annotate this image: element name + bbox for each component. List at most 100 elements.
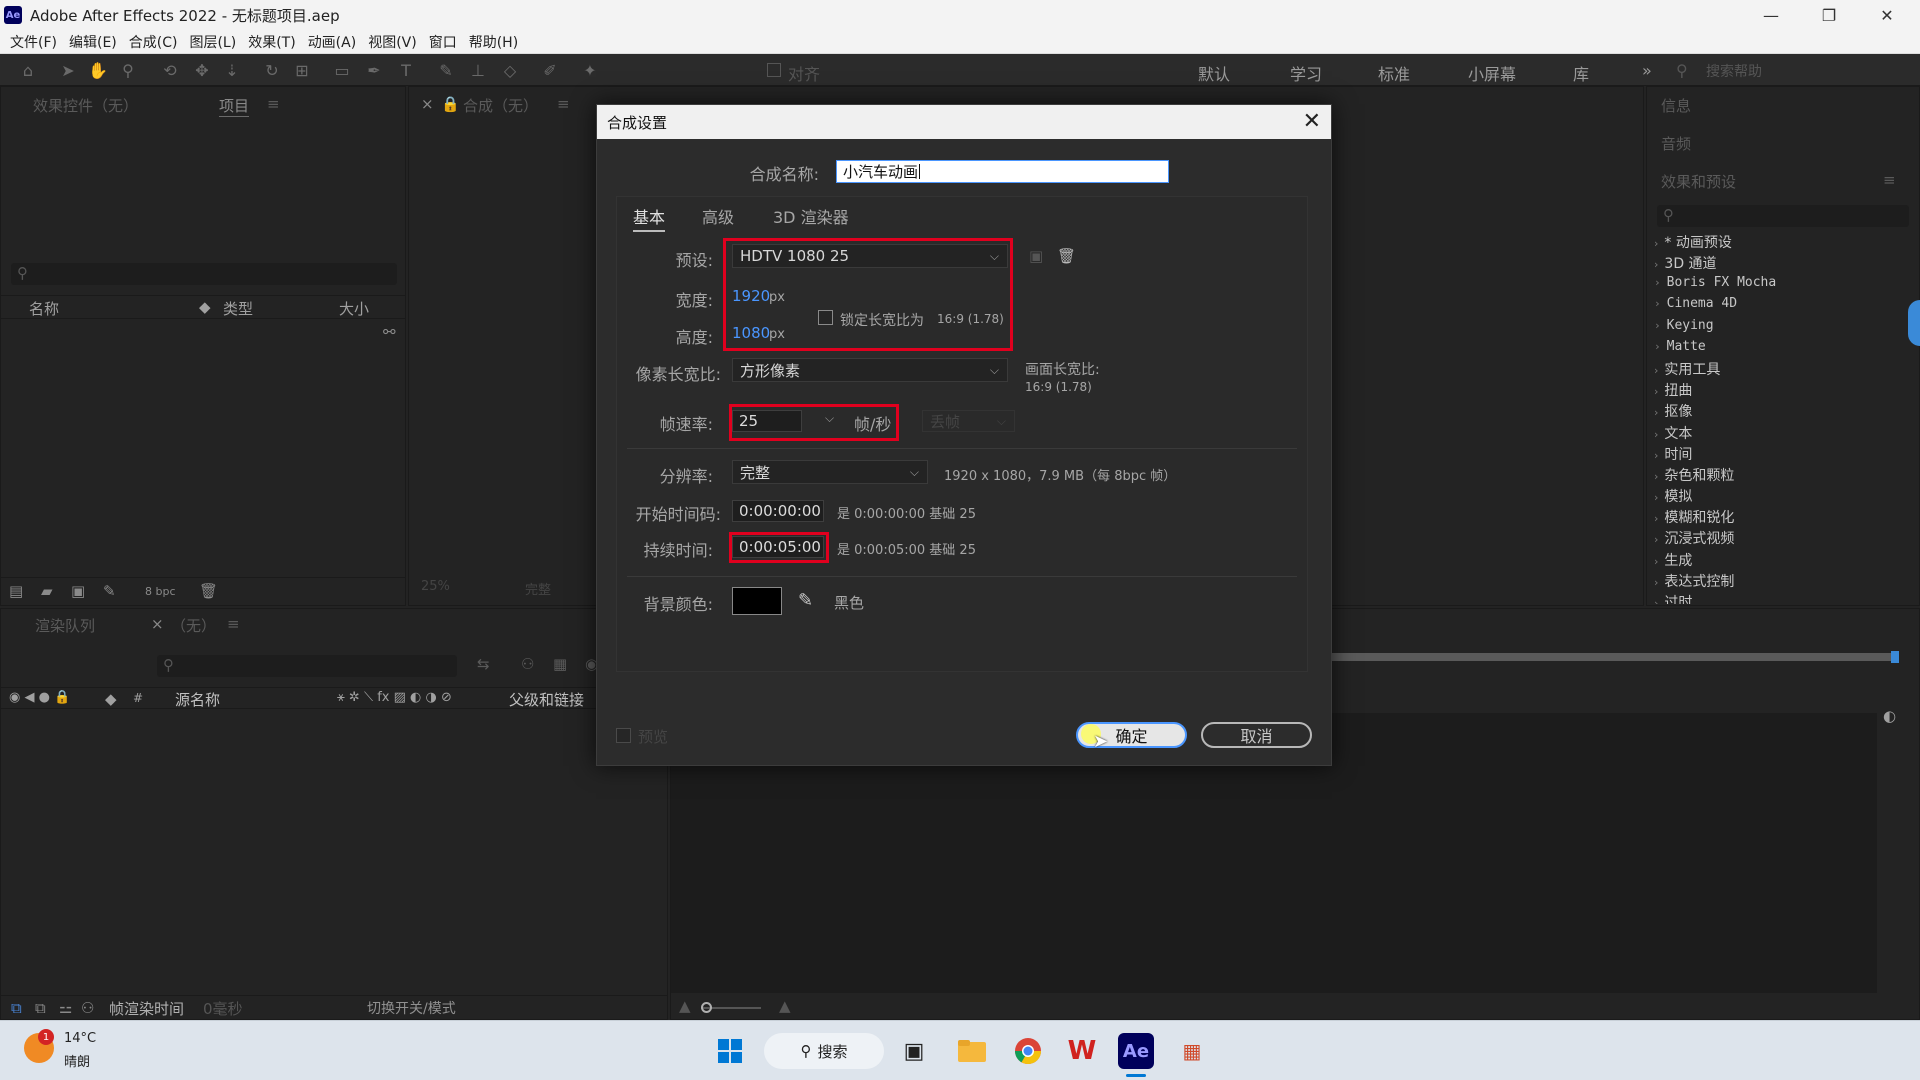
- new-composition-icon[interactable]: ▣: [71, 582, 85, 600]
- cancel-button[interactable]: 取消: [1201, 722, 1312, 748]
- lock-aspect-checkbox[interactable]: [818, 310, 833, 325]
- tab-info[interactable]: 信息: [1661, 95, 1691, 116]
- menu-view[interactable]: 视图(V): [368, 32, 417, 52]
- menu-animation[interactable]: 动画(A): [308, 32, 357, 52]
- task-view-icon[interactable]: ▣: [896, 1033, 932, 1069]
- effect-category[interactable]: › 时间: [1654, 444, 1692, 464]
- chrome-icon[interactable]: [1010, 1033, 1046, 1069]
- toggle-switches-modes[interactable]: 切换开关/模式: [367, 998, 456, 1018]
- draft-3d-icon[interactable]: ⇆: [477, 655, 490, 673]
- home-icon[interactable]: ⌂: [18, 60, 38, 80]
- search-help-input[interactable]: 搜索帮助: [1706, 61, 1762, 81]
- flowchart-icon[interactable]: ⚯: [383, 323, 396, 341]
- rotation-tool-icon[interactable]: ↻: [262, 60, 282, 80]
- layer-transfer-icon[interactable]: ⧉: [35, 999, 46, 1017]
- brush-tool-icon[interactable]: ✎: [436, 60, 456, 80]
- preset-dropdown[interactable]: HDTV 1080 25 ⌵: [732, 244, 1008, 268]
- duration-input[interactable]: 0:00:05:00: [732, 536, 824, 558]
- effect-category[interactable]: › 表达式控制: [1654, 571, 1734, 591]
- workspace-libraries[interactable]: 库: [1573, 61, 1589, 85]
- zoom-out-icon[interactable]: ▲: [679, 997, 691, 1015]
- effect-category[interactable]: › 3D 通道: [1654, 253, 1717, 273]
- frame-blending-icon[interactable]: ▦: [553, 655, 567, 673]
- workspace-learn[interactable]: 学习: [1290, 61, 1322, 85]
- effect-category[interactable]: › 模糊和锐化: [1654, 507, 1734, 527]
- weather-desc[interactable]: 晴朗: [64, 1051, 90, 1070]
- delete-preset-icon[interactable]: 🗑: [1057, 247, 1076, 265]
- eraser-tool-icon[interactable]: ◇: [500, 60, 520, 80]
- effect-category[interactable]: › 抠像: [1654, 401, 1692, 421]
- av-switch-icons[interactable]: ◉ ◀ ● 🔒: [9, 690, 70, 705]
- timeline-nav-icon[interactable]: ◐: [1883, 707, 1903, 727]
- effect-category[interactable]: › 实用工具: [1654, 359, 1720, 379]
- column-size[interactable]: 大小: [339, 298, 369, 319]
- rectangle-tool-icon[interactable]: ▭: [332, 60, 352, 80]
- eyedropper-icon[interactable]: ✎: [798, 590, 813, 611]
- menu-composition[interactable]: 合成(C): [129, 32, 178, 52]
- column-parent-link[interactable]: 父级和链接: [509, 689, 584, 710]
- effects-search-input[interactable]: ⚲: [1657, 205, 1909, 227]
- delete-icon[interactable]: 🗑: [199, 582, 218, 600]
- zoom-slider-thumb[interactable]: [701, 1002, 712, 1013]
- roto-brush-icon[interactable]: ✐: [540, 60, 560, 80]
- close-tab-icon[interactable]: ×: [151, 615, 164, 633]
- effect-category[interactable]: › 扭曲: [1654, 380, 1692, 400]
- tab-basic[interactable]: 基本: [633, 204, 666, 232]
- pixel-aspect-dropdown[interactable]: 方形像素 ⌵: [732, 358, 1008, 382]
- tab-render-queue[interactable]: 渲染队列: [35, 615, 95, 636]
- effect-category[interactable]: › Boris FX Mocha: [1654, 275, 1776, 290]
- layer-search-input[interactable]: ⚲: [157, 655, 457, 677]
- dolly-camera-icon[interactable]: ⇣: [222, 60, 242, 80]
- column-source-name[interactable]: 源名称: [175, 689, 220, 710]
- windows-start-icon[interactable]: [712, 1033, 748, 1069]
- effect-category[interactable]: › * 动画预设: [1654, 232, 1732, 252]
- panel-menu-icon[interactable]: ≡: [557, 95, 570, 113]
- menu-file[interactable]: 文件(F): [10, 32, 57, 52]
- tab-effects-presets[interactable]: 效果和预设: [1661, 171, 1736, 192]
- label-tag-icon[interactable]: ◆: [199, 298, 211, 316]
- zoom-dropdown[interactable]: 25%: [421, 579, 450, 594]
- panel-menu-icon[interactable]: ≡: [1883, 171, 1896, 189]
- pen-tool-icon[interactable]: ✒: [364, 60, 384, 80]
- project-search-input[interactable]: ⚲: [11, 263, 397, 285]
- effect-category[interactable]: › 杂色和颗粒: [1654, 465, 1734, 485]
- minimize-button[interactable]: —: [1742, 0, 1800, 30]
- work-area-bar[interactable]: [1331, 653, 1891, 661]
- graph-editor-icon[interactable]: ⚍: [59, 999, 72, 1017]
- close-dialog-button[interactable]: ✕: [1303, 109, 1321, 134]
- resolution-dropdown[interactable]: 完整: [525, 579, 551, 598]
- timeline-zoom-slider[interactable]: ▲ ▲: [671, 997, 831, 1015]
- render-time-icon[interactable]: ⚇: [81, 999, 94, 1017]
- effect-category[interactable]: › Matte: [1654, 339, 1706, 354]
- orbit-camera-icon[interactable]: ⟲: [160, 60, 180, 80]
- panel-menu-icon[interactable]: ≡: [267, 95, 280, 113]
- menu-help[interactable]: 帮助(H): [469, 32, 518, 52]
- menu-effect[interactable]: 效果(T): [248, 32, 295, 52]
- workspace-overflow-icon[interactable]: »: [1642, 61, 1652, 80]
- panel-menu-icon[interactable]: ≡: [227, 615, 240, 633]
- interpret-footage-icon[interactable]: ▤: [9, 582, 23, 600]
- comp-button-icon[interactable]: ⧉: [11, 999, 22, 1017]
- layer-number-column[interactable]: #: [133, 691, 143, 705]
- snap-checkbox[interactable]: [767, 63, 781, 77]
- label-tag-icon[interactable]: ◆: [105, 690, 117, 708]
- resolution-dropdown[interactable]: 完整 ⌵: [732, 460, 928, 484]
- close-window-button[interactable]: ✕: [1858, 0, 1916, 30]
- adjust-icon[interactable]: ✎: [103, 582, 116, 600]
- effect-category[interactable]: › Cinema 4D: [1654, 296, 1737, 311]
- weather-temp[interactable]: 14°C: [64, 1031, 96, 1046]
- type-tool-icon[interactable]: T: [396, 60, 416, 80]
- menu-edit[interactable]: 编辑(E): [69, 32, 117, 52]
- save-preset-icon[interactable]: ▣: [1029, 247, 1043, 265]
- effect-category[interactable]: › 模拟: [1654, 486, 1692, 506]
- anchor-tool-icon[interactable]: ⊞: [292, 60, 312, 80]
- menu-window[interactable]: 窗口: [429, 32, 457, 52]
- file-explorer-icon[interactable]: [954, 1033, 990, 1069]
- start-timecode-input[interactable]: 0:00:00:00: [732, 500, 824, 522]
- workspace-small-screen[interactable]: 小屏幕: [1468, 61, 1516, 85]
- fps-chevron-down-icon[interactable]: ⌵: [825, 411, 834, 426]
- side-scroll-handle[interactable]: [1908, 300, 1920, 346]
- wps-office-icon[interactable]: W: [1064, 1033, 1100, 1069]
- puppet-pin-icon[interactable]: ✦: [580, 60, 600, 80]
- new-folder-icon[interactable]: ▰: [41, 582, 53, 600]
